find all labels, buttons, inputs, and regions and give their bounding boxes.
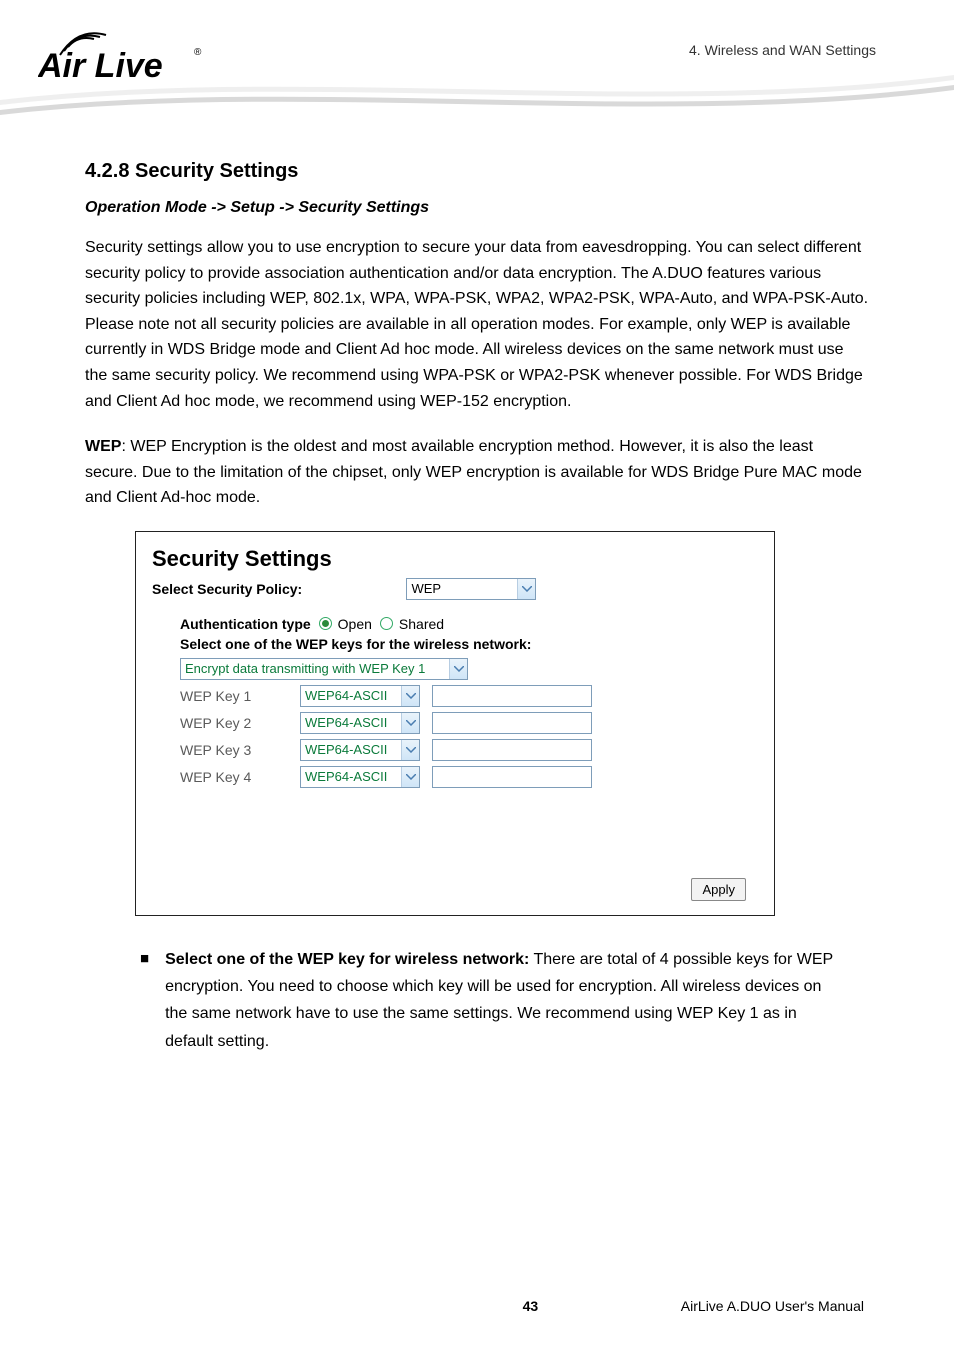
wep-paragraph: WEP: WEP Encryption is the oldest and mo… [85,434,869,511]
wep-key-1-input[interactable] [432,685,592,707]
wep-key-2-input[interactable] [432,712,592,734]
security-policy-select[interactable]: WEP [406,578,536,600]
wep-key-4-type-select[interactable]: WEP64-ASCII [300,766,420,788]
auth-open-radio[interactable] [319,617,332,630]
bullet-icon: ■ [140,946,149,1055]
select-key-instruction: Select one of the WEP keys for the wirel… [180,636,758,652]
wep-key-2-type-select[interactable]: WEP64-ASCII [300,712,420,734]
chevron-down-icon [401,713,419,733]
wep-key-3-type-select[interactable]: WEP64-ASCII [300,739,420,761]
wep-key-row-2: WEP Key 2 WEP64-ASCII [180,712,758,734]
auth-open-label: Open [338,616,372,632]
wep-key-1-type-select[interactable]: WEP64-ASCII [300,685,420,707]
wep-key-4-label: WEP Key 4 [180,769,300,785]
bullet-text: Select one of the WEP key for wireless n… [165,946,839,1055]
policy-label: Select Security Policy: [152,581,402,597]
wep-key-3-type-value: WEP64-ASCII [301,740,393,760]
security-settings-panel: Security Settings Select Security Policy… [135,531,775,916]
chevron-down-icon [517,579,535,599]
apply-button[interactable]: Apply [691,878,746,901]
wep-key-2-type-value: WEP64-ASCII [301,713,393,733]
encrypt-key-select[interactable]: Encrypt data transmitting with WEP Key 1 [180,658,468,680]
auth-shared-radio[interactable] [380,617,393,630]
auth-type-label: Authentication type [180,616,311,632]
section-heading: 4.2.8 Security Settings [85,160,869,183]
wep-key-3-label: WEP Key 3 [180,742,300,758]
chevron-down-icon [401,740,419,760]
wep-key-4-input[interactable] [432,766,592,788]
wep-key-4-type-value: WEP64-ASCII [301,767,393,787]
chapter-breadcrumb: 4. Wireless and WAN Settings [689,42,876,58]
wep-label: WEP [85,438,121,455]
wep-description: : WEP Encryption is the oldest and most … [85,438,862,506]
bullet-lead: Select one of the WEP key for wireless n… [165,951,529,968]
page-number: 43 [523,1298,539,1314]
wep-key-row-3: WEP Key 3 WEP64-ASCII [180,739,758,761]
encrypt-key-value: Encrypt data transmitting with WEP Key 1 [181,659,431,679]
wep-key-row-4: WEP Key 4 WEP64-ASCII [180,766,758,788]
wep-key-2-label: WEP Key 2 [180,715,300,731]
chevron-down-icon [401,767,419,787]
security-policy-value: WEP [407,579,447,599]
manual-title: AirLive A.DUO User's Manual [681,1298,864,1314]
panel-title: Security Settings [152,546,758,572]
svg-text:®: ® [194,47,202,58]
intro-paragraph: Security settings allow you to use encry… [85,235,869,414]
chevron-down-icon [401,686,419,706]
wep-key-1-type-value: WEP64-ASCII [301,686,393,706]
wep-key-3-input[interactable] [432,739,592,761]
auth-shared-label: Shared [399,616,444,632]
header-swoosh [0,70,954,120]
chevron-down-icon [449,659,467,679]
navigation-path: Operation Mode -> Setup -> Security Sett… [85,199,869,217]
wep-key-1-label: WEP Key 1 [180,688,300,704]
auth-type-row: Authentication type Open Shared [180,616,758,632]
page-footer: 43 AirLive A.DUO User's Manual [0,1298,954,1314]
wep-key-row-1: WEP Key 1 WEP64-ASCII [180,685,758,707]
